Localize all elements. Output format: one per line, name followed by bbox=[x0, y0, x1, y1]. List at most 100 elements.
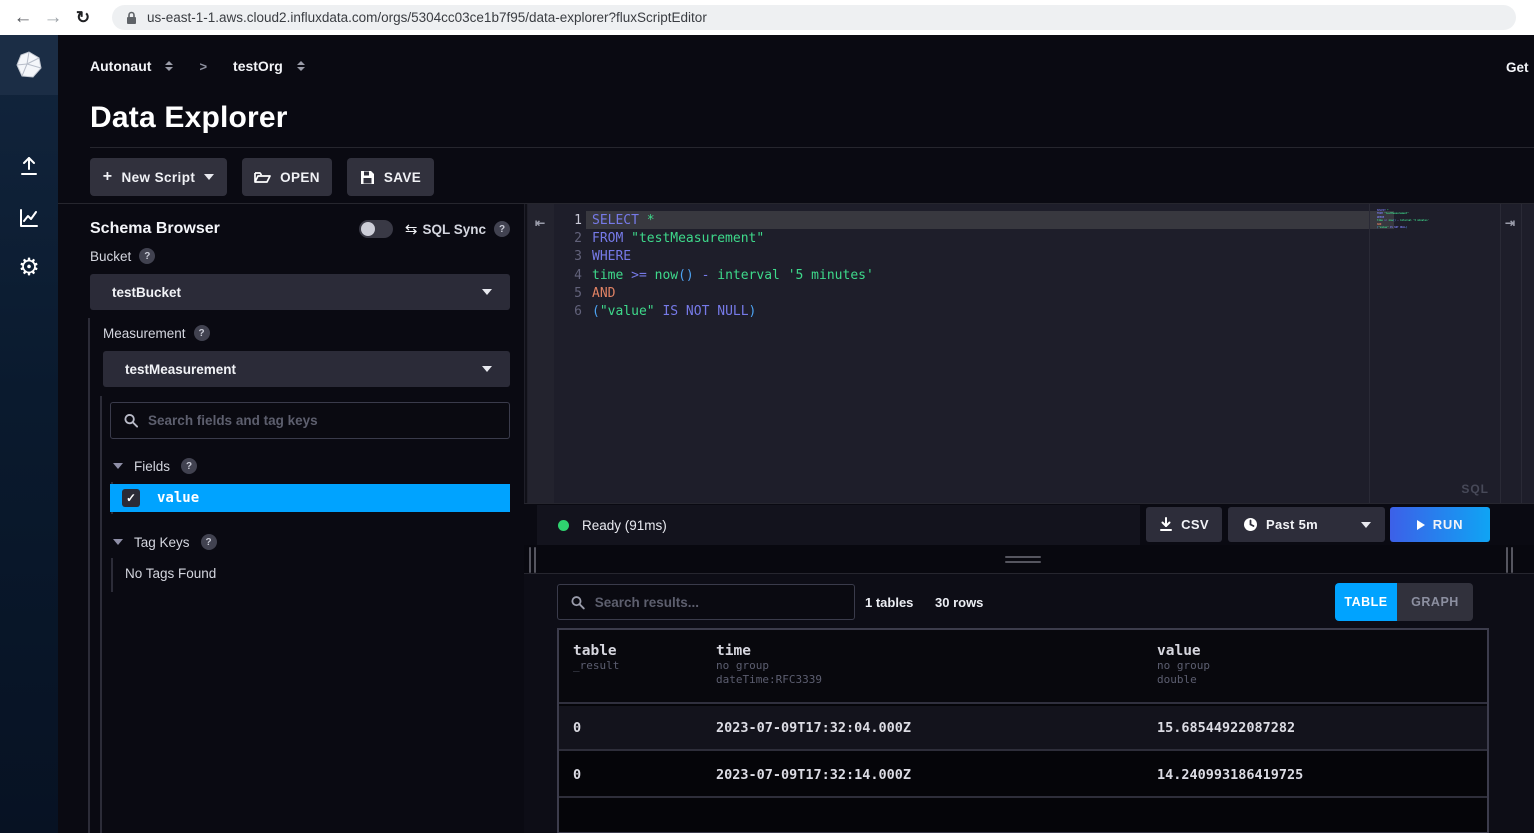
table-cell: 0 bbox=[573, 767, 581, 783]
code-line[interactable]: 5AND bbox=[554, 284, 1364, 302]
language-badge: SQL bbox=[1461, 482, 1489, 496]
time-range-label: Past 5m bbox=[1266, 517, 1318, 532]
time-range-dropdown[interactable]: Past 5m bbox=[1228, 507, 1385, 542]
table-row: 02023-07-09T17:32:04.000Z15.685449220872… bbox=[559, 706, 1487, 751]
table-cell: 0 bbox=[573, 720, 581, 736]
sql-editor[interactable]: ⇤ 1SELECT *2FROM "testMeasurement"3WHERE… bbox=[528, 204, 1534, 503]
code-lines[interactable]: 1SELECT *2FROM "testMeasurement"3WHERE4t… bbox=[554, 211, 1364, 320]
measurement-help-icon[interactable]: ? bbox=[194, 325, 210, 341]
table-header: table_result timeno groupdateTime:RFC3339… bbox=[559, 630, 1487, 704]
table-cell: 2023-07-09T17:32:14.000Z bbox=[716, 767, 911, 783]
clock-icon bbox=[1243, 517, 1258, 532]
lock-icon bbox=[126, 11, 137, 25]
run-button[interactable]: RUN bbox=[1390, 507, 1490, 542]
splitter-grip-right[interactable] bbox=[1506, 547, 1513, 573]
suborg-switcher-icon[interactable] bbox=[297, 61, 305, 71]
field-item-label: value bbox=[157, 490, 199, 506]
org-switcher-icon[interactable] bbox=[165, 61, 173, 71]
save-button[interactable]: SAVE bbox=[347, 158, 434, 196]
browser-forward-button[interactable]: → bbox=[38, 3, 68, 33]
editor-right-edge bbox=[1521, 204, 1522, 503]
results-panel: 1 tables 30 rows TABLE GRAPH table_resul… bbox=[524, 573, 1534, 833]
play-icon bbox=[1417, 520, 1425, 530]
browser-back-button[interactable]: ← bbox=[8, 3, 38, 33]
sidebar-nav: ⚙ ? bbox=[0, 35, 58, 833]
address-bar[interactable]: us-east-1-1.aws.cloud2.influxdata.com/or… bbox=[112, 5, 1516, 30]
tag-keys-collapse-icon[interactable] bbox=[113, 539, 123, 545]
editor-gutter: ⇤ bbox=[528, 204, 554, 503]
bucket-dropdown[interactable]: testBucket bbox=[90, 274, 510, 310]
search-icon bbox=[571, 595, 585, 610]
bucket-help-icon[interactable]: ? bbox=[139, 248, 155, 264]
graph-icon bbox=[18, 207, 40, 229]
new-script-label: New Script bbox=[121, 170, 195, 185]
bucket-label: Bucket bbox=[90, 249, 131, 264]
field-item-value[interactable]: ✓ value bbox=[110, 484, 510, 512]
table-column-header: table_result bbox=[573, 643, 619, 673]
plus-icon: + bbox=[103, 168, 113, 186]
status-dot bbox=[558, 520, 569, 531]
sidebar-item-settings[interactable]: ⚙ bbox=[0, 248, 58, 288]
results-search[interactable] bbox=[557, 584, 855, 620]
back-icon: ← bbox=[14, 7, 33, 29]
sql-sync-help-icon[interactable]: ? bbox=[494, 221, 510, 237]
code-line[interactable]: 1SELECT * bbox=[554, 211, 1364, 229]
tab-graph[interactable]: GRAPH bbox=[1397, 583, 1473, 621]
upload-icon bbox=[18, 155, 40, 177]
save-label: SAVE bbox=[384, 170, 421, 185]
org-name[interactable]: Autonaut bbox=[90, 58, 151, 74]
tag-keys-help-icon[interactable]: ? bbox=[201, 534, 217, 550]
caret-down-icon bbox=[482, 289, 492, 295]
code-line[interactable]: 4time >= now() - interval '5 minutes' bbox=[554, 266, 1364, 284]
schema-search[interactable] bbox=[110, 402, 510, 439]
table-column-header: timeno groupdateTime:RFC3339 bbox=[716, 643, 822, 687]
editor-right-divider bbox=[1500, 204, 1501, 503]
gear-icon: ⚙ bbox=[18, 256, 40, 280]
tree-guide bbox=[100, 396, 102, 833]
fields-collapse-icon[interactable] bbox=[113, 463, 123, 469]
measurement-label: Measurement bbox=[103, 326, 186, 341]
url-text: us-east-1-1.aws.cloud2.influxdata.com/or… bbox=[147, 10, 707, 25]
reload-icon: ↻ bbox=[76, 8, 90, 28]
results-search-input[interactable] bbox=[595, 595, 841, 610]
fields-help-icon[interactable]: ? bbox=[181, 458, 197, 474]
table-column-header: valueno groupdouble bbox=[1157, 643, 1210, 687]
new-script-button[interactable]: + New Script bbox=[90, 158, 227, 196]
table-row: 02023-07-09T17:32:14.000Z14.240993186419… bbox=[559, 753, 1487, 798]
csv-label: CSV bbox=[1181, 517, 1209, 532]
folder-icon bbox=[254, 170, 271, 184]
sidebar-item-home[interactable] bbox=[0, 35, 58, 95]
value-checkbox[interactable]: ✓ bbox=[122, 489, 140, 507]
caret-down-icon bbox=[204, 174, 214, 180]
sql-sync-label: SQL Sync bbox=[422, 222, 486, 237]
help-button[interactable]: ? bbox=[0, 826, 58, 833]
query-status-bar: Ready (91ms) CSV Past 5m RUN bbox=[524, 503, 1534, 545]
csv-button[interactable]: CSV bbox=[1146, 507, 1222, 542]
tab-table[interactable]: TABLE bbox=[1335, 583, 1397, 621]
get-link[interactable]: Get bbox=[1506, 60, 1529, 75]
code-line[interactable]: 3WHERE bbox=[554, 247, 1364, 265]
collapse-left-icon[interactable]: ⇤ bbox=[535, 216, 545, 230]
tree-guide bbox=[88, 318, 90, 833]
browser-reload-button[interactable]: ↻ bbox=[68, 3, 98, 33]
tree-guide bbox=[111, 558, 113, 592]
collapse-right-icon[interactable]: ⇥ bbox=[1505, 216, 1515, 230]
sidebar-item-upload[interactable] bbox=[0, 146, 58, 186]
code-line[interactable]: 2FROM "testMeasurement" bbox=[554, 229, 1364, 247]
editor-minimap[interactable]: SELECT *FROM "testMeasurement"WHEREtime … bbox=[1377, 209, 1423, 229]
splitter-grip-left[interactable] bbox=[529, 547, 536, 573]
code-line[interactable]: 6("value" IS NOT NULL) bbox=[554, 302, 1364, 320]
open-button[interactable]: OPEN bbox=[242, 158, 332, 196]
header-divider bbox=[90, 147, 1534, 148]
tag-keys-label: Tag Keys bbox=[134, 535, 190, 550]
splitter-grip-center[interactable] bbox=[1005, 556, 1041, 563]
open-label: OPEN bbox=[280, 170, 320, 185]
panel-splitter-horizontal[interactable] bbox=[524, 545, 1534, 573]
schema-search-input[interactable] bbox=[148, 413, 496, 428]
sql-sync-toggle[interactable] bbox=[359, 220, 393, 238]
status-text: Ready (91ms) bbox=[582, 518, 667, 533]
sidebar-item-data-explorer[interactable] bbox=[0, 198, 58, 238]
table-cell: 2023-07-09T17:32:04.000Z bbox=[716, 720, 911, 736]
suborg-name[interactable]: testOrg bbox=[233, 58, 283, 74]
measurement-dropdown[interactable]: testMeasurement bbox=[103, 351, 510, 387]
